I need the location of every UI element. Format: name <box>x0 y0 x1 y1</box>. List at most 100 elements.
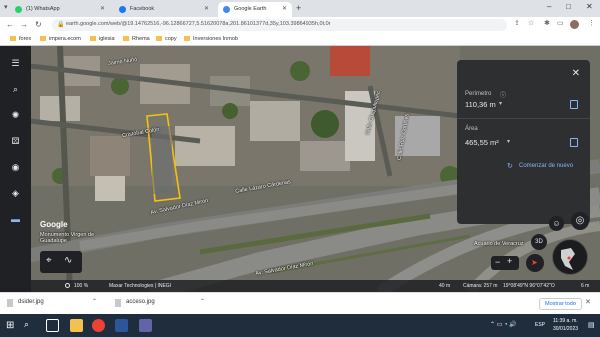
show-all-button[interactable]: Mostrar todo <box>539 298 582 310</box>
maximize-button[interactable]: □ <box>566 2 571 11</box>
search-icon[interactable]: ⌕ <box>9 84 22 96</box>
tab-strip: ▾ (1) WhatsApp ✕ Facebook ✕ Google Earth… <box>0 0 600 17</box>
voyager-icon[interactable]: ✺ <box>9 110 22 122</box>
folder-icon <box>123 36 129 41</box>
unit-dropdown-icon[interactable]: ▾ <box>507 138 510 145</box>
windows-start-icon[interactable]: ⊞ <box>6 320 14 331</box>
close-tab-icon[interactable]: ✕ <box>282 5 287 12</box>
perimeter-label: Perímetro <box>465 91 492 97</box>
tab-whatsapp[interactable]: (1) WhatsApp ✕ <box>10 2 110 17</box>
projects-icon[interactable]: ◉ <box>9 162 22 174</box>
place-label[interactable]: Monumento Virgen de Guadalupe <box>40 232 100 244</box>
chevron-up-icon[interactable]: ⌃ <box>92 298 97 305</box>
measure-icon[interactable]: ▬ <box>9 214 22 226</box>
minimize-button[interactable]: – <box>547 2 551 11</box>
more-menu-icon[interactable]: ⋮ <box>588 19 595 27</box>
clock-time[interactable]: 11:39 a. m. <box>553 318 578 324</box>
restart-button[interactable]: Comenzar de nuevo <box>519 163 573 169</box>
download-item[interactable]: acceso.jpg <box>126 299 155 305</box>
teams-icon[interactable] <box>139 319 152 332</box>
folder-icon <box>90 36 96 41</box>
sidebar-icon[interactable]: ▭ <box>557 19 564 27</box>
close-tab-icon[interactable]: ✕ <box>100 5 105 12</box>
dice-icon[interactable]: ⚄ <box>9 136 22 148</box>
url-input[interactable]: 🔒 earth.google.com/web/@19.14762516,-96.… <box>52 19 507 31</box>
layers-icon[interactable]: ◈ <box>9 188 22 200</box>
pin-icon[interactable]: ⌖ <box>46 255 52 266</box>
tab-title: (1) WhatsApp <box>26 6 60 12</box>
tab-facebook[interactable]: Facebook ✕ <box>114 2 214 17</box>
facebook-icon <box>119 6 126 13</box>
downloads-bar: dsider.jpg ⌃ acceso.jpg ⌃ Mostrar todo ✕ <box>0 292 600 314</box>
compass-button[interactable]: ➤ <box>526 254 544 272</box>
bookmark-rhema[interactable]: Rhema <box>123 36 150 42</box>
view-3d-button[interactable]: 3D <box>531 234 547 250</box>
back-button[interactable]: ← <box>6 20 14 29</box>
chrome-taskbar-icon[interactable] <box>92 319 105 332</box>
reload-button[interactable]: ↻ <box>35 20 42 29</box>
file-explorer-icon[interactable] <box>70 319 83 332</box>
help-icon[interactable]: ⓘ <box>500 90 506 99</box>
task-view-icon[interactable] <box>46 319 59 332</box>
zoom-in-button[interactable]: + <box>507 256 512 266</box>
elevation: 6 m <box>581 283 590 289</box>
close-icon[interactable]: ✕ <box>572 68 580 79</box>
extension-icon[interactable]: ✱ <box>544 19 550 27</box>
clock-date[interactable]: 30/01/2023 <box>553 326 578 332</box>
bookmark-iglesia[interactable]: iglesia <box>90 36 115 42</box>
lock-icon: 🔒 <box>57 22 65 28</box>
camera-altitude: Cámara: 257 m <box>463 283 498 289</box>
zoom-level: 100 % <box>74 283 89 289</box>
coordinates: 19°08'49"N 96°07'42"O <box>503 283 555 289</box>
share-icon[interactable]: ⇪ <box>514 19 520 27</box>
tab-google-earth[interactable]: Google Earth ✕ <box>218 2 292 17</box>
chrome-menu-icon[interactable]: ▾ <box>4 3 8 11</box>
my-location-button[interactable]: ◎ <box>571 212 589 230</box>
file-icon <box>115 299 121 307</box>
earth-map-view[interactable]: Jaime Nuñó Cristóbal Colón Calle Chapult… <box>0 46 600 292</box>
close-window-button[interactable]: ✕ <box>586 2 593 11</box>
bookmark-copy[interactable]: copy <box>156 36 177 42</box>
unit-dropdown-icon[interactable]: ▾ <box>499 100 502 107</box>
close-tab-icon[interactable]: ✕ <box>204 5 209 12</box>
bookmark-forex[interactable]: forex <box>10 36 31 42</box>
measure-panel: ✕ Perímetro ⓘ 110,36 m ▾ Área 465,55 m² … <box>457 60 590 224</box>
chevron-up-icon[interactable]: ⌃ <box>200 298 205 305</box>
taskbar: ⊞ ⌕ ⌃ ▭ ◔ 🔊 ESP 11:39 a. m. 30/01/2023 ▤ <box>0 314 600 337</box>
new-tab-button[interactable]: + <box>296 3 301 13</box>
bookmark-inversiones[interactable]: Inversiones Inmob <box>184 36 238 42</box>
copy-icon[interactable] <box>570 100 578 109</box>
mini-globe[interactable] <box>552 239 588 275</box>
tab-title: Google Earth <box>234 6 267 12</box>
profile-avatar[interactable] <box>570 20 579 29</box>
path-icon[interactable]: ∿ <box>64 255 72 266</box>
bookmark-impera[interactable]: impera.ecom <box>40 36 81 42</box>
map-status-bar: 100 % Maxar Technologies | INEGI 40 m Cá… <box>31 280 600 292</box>
notifications-icon[interactable]: ▤ <box>588 321 595 329</box>
area-label: Área <box>465 126 478 132</box>
place-label[interactable]: Acuario de Veracruz <box>474 241 524 247</box>
restart-icon[interactable]: ↻ <box>507 162 513 170</box>
area-value: 465,55 m² <box>465 138 499 147</box>
copy-icon[interactable] <box>570 138 578 147</box>
folder-icon <box>184 36 190 41</box>
tray-icons[interactable]: ⌃ ▭ ◔ 🔊 <box>490 321 517 328</box>
whatsapp-icon <box>15 6 22 13</box>
search-taskbar-icon[interactable]: ⌕ <box>24 319 37 332</box>
word-icon[interactable] <box>115 319 128 332</box>
keyboard-language[interactable]: ESP <box>535 322 545 328</box>
folder-icon <box>40 36 46 41</box>
url-text: earth.google.com/web/@19.14762516,-96.12… <box>66 21 331 27</box>
star-icon[interactable]: ☆ <box>528 19 534 27</box>
attribution-text[interactable]: Maxar Technologies | INEGI <box>109 283 171 289</box>
forward-button[interactable]: → <box>20 20 28 29</box>
earth-side-rail: ☰ ⌕ ✺ ⚄ ◉ ◈ ▬ <box>0 46 31 292</box>
menu-icon[interactable]: ☰ <box>9 58 22 70</box>
pegman-button[interactable]: ☺ <box>549 216 564 231</box>
download-item[interactable]: dsider.jpg <box>18 299 44 305</box>
compass-icon: ➤ <box>531 258 538 267</box>
zoom-out-button[interactable]: − <box>495 257 500 267</box>
bookmarks-bar: forex impera.ecom iglesia Rhema copy Inv… <box>0 33 600 46</box>
zoom-indicator-icon <box>65 283 70 288</box>
close-downloads-icon[interactable]: ✕ <box>585 298 591 306</box>
